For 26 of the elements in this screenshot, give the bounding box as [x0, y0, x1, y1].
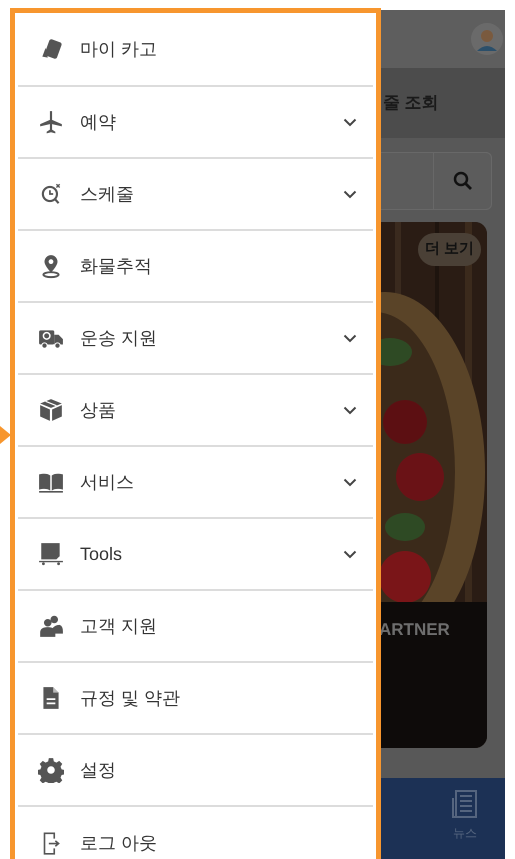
chevron-down-icon[interactable] [343, 406, 357, 414]
cart-icon [38, 541, 64, 567]
menu-item[interactable]: 예약 [18, 87, 373, 159]
menu-item[interactable]: 서비스 [18, 447, 373, 519]
menu-item[interactable]: 운송 지원 [18, 303, 373, 375]
menu-item[interactable]: 마이 카고 [18, 13, 373, 87]
card-caption: ARTNER [379, 619, 450, 641]
menu-item[interactable]: Tools [18, 519, 373, 591]
menu-item[interactable]: 고객 지원 [18, 591, 373, 663]
chevron-down-icon[interactable] [343, 550, 357, 558]
menu-item[interactable]: 상품 [18, 375, 373, 447]
airplane-icon [38, 109, 64, 135]
chevron-down-icon[interactable] [343, 334, 357, 342]
chevron-down-icon[interactable] [343, 190, 357, 198]
settings-icon [38, 757, 64, 783]
menu-item[interactable]: 규정 및 약관 [18, 663, 373, 735]
menu-item[interactable]: 로그 아웃 [18, 807, 373, 859]
newspaper-icon [452, 790, 478, 818]
search-icon [452, 171, 472, 191]
menu-item[interactable]: 설정 [18, 735, 373, 807]
chevron-down-icon[interactable] [343, 478, 357, 486]
menu-item[interactable]: 스케줄 [18, 159, 373, 231]
menu-item[interactable]: 화물추적 [18, 231, 373, 303]
people-icon [38, 613, 64, 639]
chevron-down-icon[interactable] [343, 118, 357, 126]
box-icon [38, 397, 64, 423]
